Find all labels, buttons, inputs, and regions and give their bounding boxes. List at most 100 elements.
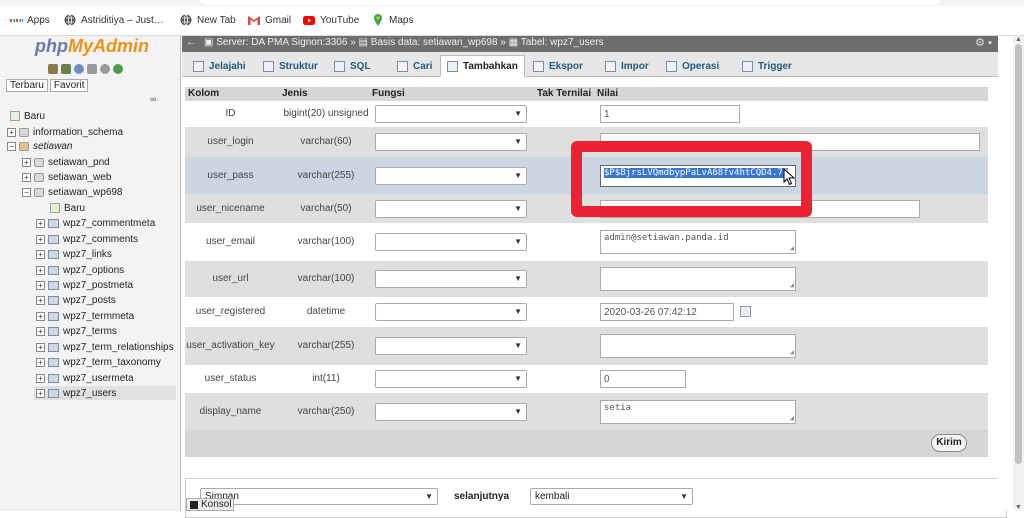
link-icon[interactable]: ∞ — [150, 94, 156, 104]
expand-icon[interactable]: + — [36, 295, 45, 305]
sidebar-table-item[interactable]: + wpz7_term_relationships — [36, 340, 174, 354]
value-input[interactable]: 1 — [600, 105, 740, 123]
calendar-icon[interactable] — [740, 306, 751, 317]
tab-cari[interactable]: Cari — [391, 55, 438, 77]
value-textarea[interactable]: setia ◢ — [600, 400, 796, 424]
collapse-icon[interactable]: − — [22, 187, 31, 197]
breadcrumb-table[interactable]: Tabel: wpz7_users — [521, 37, 604, 48]
function-select[interactable]: ▼ — [375, 303, 527, 321]
tab-impor[interactable]: Impor — [599, 55, 655, 77]
bookmark-apps[interactable]: Apps — [10, 13, 50, 27]
bookmark-astriditiya[interactable]: Astriditiya – Just… — [64, 13, 164, 27]
bookmark-maps[interactable]: Maps — [372, 13, 413, 27]
expand-icon[interactable]: + — [36, 249, 45, 259]
address-bar[interactable] — [200, 0, 940, 5]
tree-db-setiawan-pnd[interactable]: + setiawan_pnd — [22, 155, 110, 169]
tree-db-setiawan-wp698[interactable]: − setiawan_wp698 — [22, 185, 123, 199]
page-scrollbar[interactable]: ▲ ▼ — [1013, 36, 1024, 511]
sidebar-table-item[interactable]: + wpz7_termmeta — [36, 309, 134, 323]
action-select[interactable]: Simpan ▼ — [200, 488, 438, 505]
settings-icon[interactable] — [100, 64, 110, 74]
expand-icon[interactable]: + — [22, 157, 31, 167]
value-input[interactable]: 2020-03-26 07:42:12 — [600, 303, 734, 321]
function-select[interactable]: ▼ — [375, 403, 527, 421]
resize-grip-icon[interactable]: ◢ — [790, 244, 794, 252]
then-select[interactable]: kembali ▼ — [530, 488, 693, 505]
docs-icon[interactable] — [87, 64, 97, 74]
function-select[interactable]: ▼ — [375, 133, 527, 151]
scrollbar-thumb[interactable] — [1015, 44, 1022, 464]
value-textarea[interactable]: admin@setiawan.panda.id ◢ — [600, 230, 796, 254]
expand-icon[interactable]: + — [36, 234, 45, 244]
function-select[interactable]: ▼ — [375, 370, 527, 388]
expand-icon[interactable]: + — [36, 280, 45, 290]
tab-operasi[interactable]: Operasi — [660, 55, 725, 77]
favorite-tab[interactable]: Favorit — [49, 79, 89, 92]
value-textarea[interactable]: ◢ — [600, 267, 796, 291]
sidebar-table-item[interactable]: + wpz7_users — [34, 386, 176, 400]
sidebar-table-item[interactable]: + wpz7_links — [36, 247, 112, 261]
expand-icon[interactable]: + — [36, 326, 45, 336]
expand-icon[interactable]: + — [36, 388, 45, 398]
tab-ekspor[interactable]: Ekspor — [527, 55, 589, 77]
phpmyadmin-logo[interactable]: phpMyAdmin — [27, 36, 157, 57]
scroll-down-icon[interactable]: ▼ — [1015, 504, 1022, 511]
sidebar-table-item[interactable]: + wpz7_commentmeta — [36, 216, 155, 230]
function-select[interactable]: ▼ — [375, 105, 527, 123]
value-textarea[interactable]: ◢ — [600, 334, 796, 358]
logout-icon[interactable] — [61, 64, 71, 74]
reload-icon[interactable] — [113, 64, 123, 74]
table-icon — [48, 265, 59, 275]
expand-icon[interactable]: + — [36, 218, 45, 228]
function-select[interactable]: ▼ — [375, 337, 527, 355]
console-toggle[interactable]: Konsol — [186, 498, 234, 511]
expand-icon[interactable]: + — [36, 357, 45, 367]
sidebar-table-item[interactable]: + wpz7_comments — [36, 232, 138, 246]
expand-icon[interactable]: + — [36, 265, 45, 275]
value-input[interactable]: 0 — [600, 370, 686, 388]
sidebar-table-item[interactable]: + wpz7_options — [36, 263, 124, 277]
submit-button[interactable]: Kirim — [931, 434, 967, 452]
collapse-icon[interactable]: − — [7, 141, 16, 151]
breadcrumb-database[interactable]: Basis data: setiawan_wp698 — [371, 37, 498, 48]
sidebar-table-item[interactable]: + wpz7_posts — [36, 293, 116, 307]
tab-jelajahi[interactable]: Jelajahi — [187, 55, 252, 77]
function-select[interactable]: ▼ — [375, 200, 527, 218]
breadcrumb-server[interactable]: Server: DA PMA Signon:3306 — [216, 37, 347, 48]
recent-tab[interactable]: Terbaru — [6, 79, 48, 92]
help-icon[interactable] — [74, 64, 84, 74]
sidebar-table-item[interactable]: + wpz7_term_taxonomy — [36, 355, 161, 369]
sidebar-table-item[interactable]: + wpz7_terms — [36, 324, 117, 338]
collapse-nav-icon[interactable]: ← — [186, 37, 196, 48]
home-icon[interactable] — [48, 64, 58, 74]
bookmark-youtube[interactable]: YouTube — [303, 13, 359, 27]
bookmark-new-tab[interactable]: New Tab — [180, 13, 236, 27]
gear-icon[interactable]: ⚙ ▪ — [975, 36, 992, 49]
function-select[interactable]: ▼ — [375, 233, 527, 251]
tree-new-database[interactable]: Baru — [10, 109, 45, 123]
expand-icon[interactable]: + — [22, 172, 31, 182]
resize-grip-icon[interactable]: ◢ — [790, 348, 794, 356]
expand-icon[interactable]: + — [7, 127, 16, 137]
sidebar-table-item[interactable]: + wpz7_usermeta — [36, 371, 134, 385]
expand-icon[interactable]: + — [36, 373, 45, 383]
tree-db-information-schema[interactable]: + information_schema — [7, 125, 123, 139]
tab-struktur[interactable]: Struktur — [257, 55, 324, 77]
tree-label: information_schema — [33, 126, 124, 138]
expand-icon[interactable]: + — [36, 311, 45, 321]
tab-tambahkan[interactable]: Tambahkan — [440, 55, 525, 77]
function-select[interactable]: ▼ — [375, 270, 527, 288]
function-select[interactable]: ▼ — [375, 167, 527, 185]
tree-db-setiawan-web[interactable]: + setiawan_web — [22, 170, 111, 184]
maps-pin-icon — [372, 14, 384, 26]
tree-db-setiawan[interactable]: − setiawan — [7, 139, 72, 153]
resize-grip-icon[interactable]: ◢ — [790, 414, 794, 422]
tree-new-table[interactable]: Baru — [50, 201, 85, 215]
resize-grip-icon[interactable]: ◢ — [790, 281, 794, 289]
tab-sql[interactable]: SQL — [328, 55, 377, 77]
bookmark-gmail[interactable]: Gmail — [248, 13, 291, 27]
scroll-up-icon[interactable]: ▲ — [1015, 36, 1022, 43]
tab-trigger[interactable]: Trigger — [736, 55, 798, 77]
expand-icon[interactable]: + — [36, 342, 45, 352]
sidebar-table-item[interactable]: + wpz7_postmeta — [36, 278, 133, 292]
